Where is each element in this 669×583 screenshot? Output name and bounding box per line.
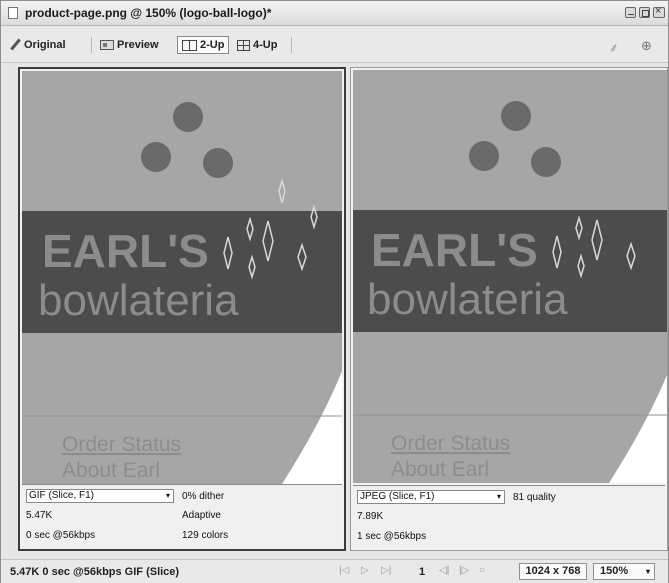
finger-hole: [173, 102, 203, 132]
last-frame-icon[interactable]: ▷|: [381, 565, 391, 576]
brand-line2: bowlateria: [38, 276, 239, 325]
brand-line2: bowlateria: [367, 275, 568, 324]
title-bar[interactable]: product-page.png @ 150% (logo-ball-logo)…: [1, 1, 668, 26]
toolbar-divider: [291, 37, 292, 53]
optimization-info: GIF (Slice, F1) ▾ 0% dither 5.47K Adapti…: [22, 484, 342, 547]
toolbar-divider: [91, 37, 92, 53]
play-icon[interactable]: ▷: [361, 565, 369, 576]
link-about-earl: About Earl: [62, 459, 160, 482]
preview-icon: [100, 40, 114, 50]
format-value: GIF (Slice, F1): [29, 490, 95, 501]
download-time: 1 sec @56kbps: [357, 531, 427, 542]
close-button[interactable]: [653, 5, 665, 18]
file-size: 5.47K: [26, 510, 53, 521]
preview-image: EARL'S bowlateria Order Status About Ear…: [22, 71, 342, 484]
quality-value: 81 quality: [513, 492, 556, 503]
tab-label: 2-Up: [200, 39, 225, 51]
tab-4-up[interactable]: 4-Up: [233, 36, 281, 54]
chevron-down-icon: ▾: [645, 567, 650, 576]
finger-hole: [141, 142, 171, 172]
palette-value: Adaptive: [182, 510, 221, 521]
document-window: product-page.png @ 150% (logo-ball-logo)…: [0, 0, 669, 583]
tab-label: Preview: [117, 39, 159, 51]
preview-image: EARL'S bowlateria Order Status About Ear…: [353, 70, 667, 483]
link-order-status: Order Status: [62, 433, 181, 456]
link-order-status: Order Status: [391, 432, 510, 455]
four-up-icon: [237, 39, 250, 51]
format-value: JPEG (Slice, F1): [360, 491, 435, 502]
color-count: 129 colors: [182, 530, 229, 541]
format-select[interactable]: JPEG (Slice, F1) ▾: [357, 490, 505, 504]
optimized-pane-jpeg[interactable]: EARL'S bowlateria Order Status About Ear…: [350, 67, 668, 551]
download-time: 0 sec @56kbps: [26, 530, 96, 541]
link-about-earl: About Earl: [391, 458, 489, 481]
tab-2-up[interactable]: 2-Up: [177, 36, 230, 54]
loop-icon[interactable]: ○: [479, 565, 485, 576]
two-up-icon: [182, 39, 197, 51]
artwork-preview: EARL'S bowlateria Order Status About Ear…: [22, 71, 342, 484]
optimization-info: JPEG (Slice, F1) ▾ 81 quality 7.89K 1 se…: [353, 485, 665, 548]
status-bar: 5.47K 0 sec @56kbps GIF (Slice) |◁ ▷ ▷| …: [1, 559, 668, 583]
tab-preview[interactable]: Preview: [96, 36, 163, 54]
view-toolbar: Original Preview 2-Up 4-Up ⸙ ⊕: [1, 27, 668, 63]
tab-original[interactable]: Original: [5, 36, 70, 54]
eyedropper-icon[interactable]: ⸙: [609, 38, 619, 56]
thumb-hole: [203, 148, 233, 178]
minimize-button[interactable]: [625, 7, 636, 18]
tab-label: 4-Up: [253, 39, 278, 51]
first-frame-icon[interactable]: |◁: [339, 565, 349, 576]
chevron-down-icon: ▾: [496, 492, 501, 501]
format-select[interactable]: GIF (Slice, F1) ▾: [26, 489, 174, 503]
window-title: product-page.png @ 150% (logo-ball-logo)…: [25, 6, 272, 20]
preview-in-browser-icon[interactable]: ⊕: [641, 38, 652, 54]
status-text: 5.47K 0 sec @56kbps GIF (Slice): [10, 566, 180, 578]
optimized-pane-gif[interactable]: EARL'S bowlateria Order Status About Ear…: [18, 67, 346, 551]
brand-line1: EARL'S: [42, 225, 209, 277]
prev-frame-icon[interactable]: ◁|: [439, 565, 449, 576]
image-dimensions: 1024 x 768: [519, 563, 587, 580]
next-frame-icon[interactable]: |▷: [459, 565, 469, 576]
maximize-button[interactable]: [639, 7, 650, 18]
file-size: 7.89K: [357, 511, 384, 522]
zoom-select[interactable]: 150% ▾: [593, 563, 655, 580]
zoom-value: 150%: [600, 565, 629, 577]
brand-line1: EARL'S: [371, 224, 538, 276]
document-icon: [8, 7, 18, 19]
tab-label: Original: [24, 39, 66, 51]
chevron-down-icon: ▾: [165, 491, 170, 500]
dither-value: 0% dither: [182, 491, 225, 502]
frame-number: 1: [419, 566, 426, 578]
artwork-preview: EARL'S bowlateria Order Status About Ear…: [353, 70, 667, 483]
pencil-icon: [9, 39, 21, 51]
